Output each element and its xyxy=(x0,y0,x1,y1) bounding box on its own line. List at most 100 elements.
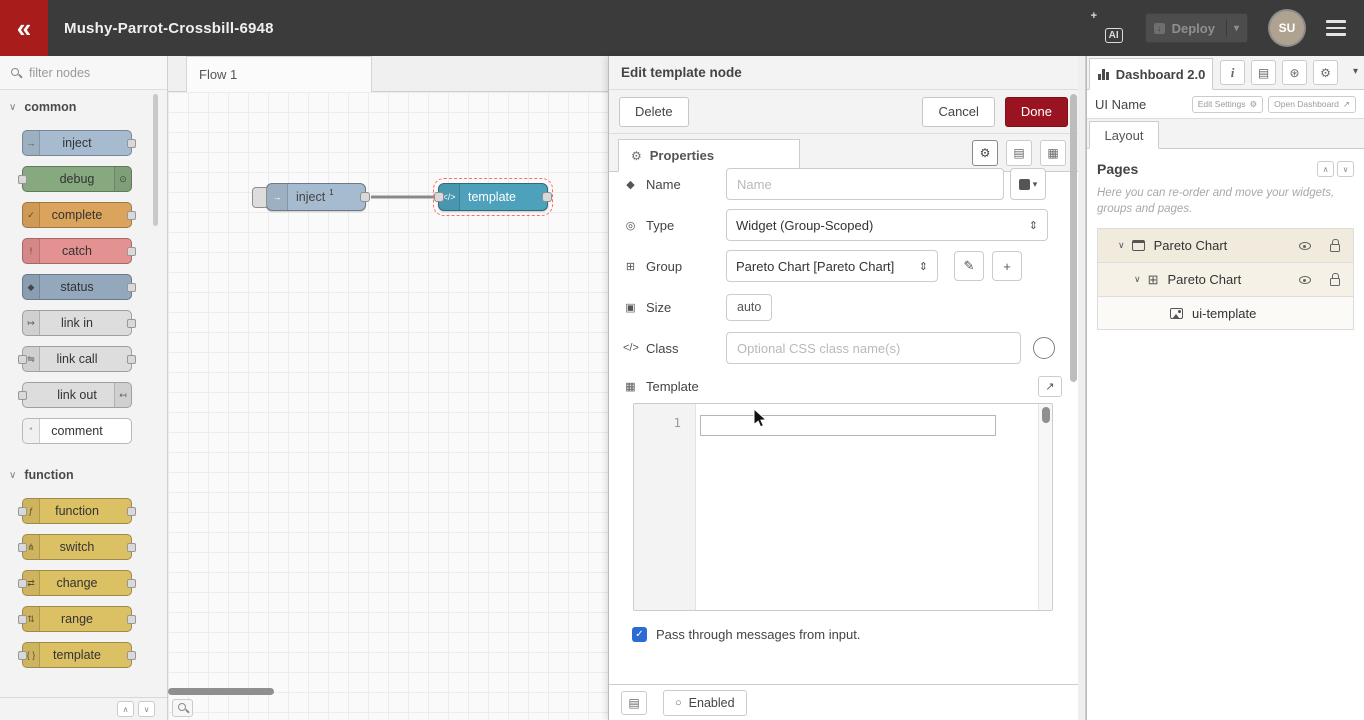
node-palette: ∨ common → inject ⊙ debug ✓ complete ! c… xyxy=(0,56,168,720)
flow-canvas[interactable]: → inject 1 </> template xyxy=(168,92,608,720)
palette-scrollbar[interactable] xyxy=(153,94,158,226)
help-sidebar-button[interactable]: ▤ xyxy=(1251,60,1276,85)
palette-footer: ∧ ∨ xyxy=(0,697,167,720)
lock-button[interactable] xyxy=(1325,271,1345,288)
tree-row-page[interactable]: ∨ Pareto Chart xyxy=(1098,229,1353,263)
palette-node-complete[interactable]: ✓ complete xyxy=(22,202,132,228)
info-sidebar-button[interactable]: i xyxy=(1220,60,1245,85)
palette-node-catch[interactable]: ! catch xyxy=(22,238,132,264)
input-port[interactable] xyxy=(434,192,444,202)
palette-node-link-in[interactable]: ↦ link in xyxy=(22,310,132,336)
layout-tree: ∨ Pareto Chart ∨ ⊞ Pareto Chart ui xyxy=(1097,228,1354,330)
tab-dashboard-2[interactable]: Dashboard 2.0 xyxy=(1089,58,1213,90)
edit-group-button[interactable]: ✎ xyxy=(954,251,984,281)
debug-icon: ⊙ xyxy=(119,174,127,185)
sidebar-more-caret-icon[interactable]: ▾ xyxy=(1353,66,1358,77)
appearance-view-button[interactable]: ▦ xyxy=(1040,140,1066,166)
class-label: Class xyxy=(646,341,679,356)
node-docs-button[interactable]: ▤ xyxy=(621,691,647,715)
palette-node-template[interactable]: { } template xyxy=(22,642,132,668)
expand-editor-button[interactable]: ↗ xyxy=(1038,376,1062,397)
ai-assistant-button[interactable]: + AI xyxy=(1091,13,1123,43)
description-view-button[interactable]: ▤ xyxy=(1006,140,1032,166)
edit-dialog-title: Edit template node xyxy=(609,56,1078,90)
palette-node-link-out[interactable]: ↤ link out xyxy=(22,382,132,408)
fx-button[interactable] xyxy=(1033,337,1055,359)
expand-icon: ↗ xyxy=(1045,380,1054,393)
canvas-search-button[interactable] xyxy=(172,699,193,717)
palette-section-common[interactable]: ∨ common xyxy=(0,94,167,120)
select-arrows-icon: ⇕ xyxy=(919,260,928,273)
node-red-logo-icon[interactable]: « xyxy=(0,0,48,56)
editor-active-line[interactable] xyxy=(700,415,996,436)
name-input[interactable] xyxy=(726,168,1004,200)
palette-node-function[interactable]: ƒ function xyxy=(22,498,132,524)
output-port[interactable] xyxy=(360,192,370,202)
collapse-pages-button[interactable]: ∧ xyxy=(1317,161,1334,177)
type-select[interactable]: Widget (Group-Scoped) ⇕ xyxy=(726,209,1048,241)
delete-button[interactable]: Delete xyxy=(619,97,689,127)
open-dashboard-button[interactable]: Open Dashboard ↗ xyxy=(1268,96,1356,113)
tree-row-group[interactable]: ∨ ⊞ Pareto Chart xyxy=(1098,263,1353,297)
edit-settings-button[interactable]: Edit Settings ⚙ xyxy=(1192,96,1263,113)
expand-pages-button[interactable]: ∨ xyxy=(1337,161,1354,177)
template-icon: { } xyxy=(27,650,36,660)
palette-search-input[interactable] xyxy=(29,66,149,80)
chevron-down-icon[interactable]: ∨ xyxy=(1118,240,1125,251)
palette-node-inject[interactable]: → inject xyxy=(22,130,132,156)
output-port[interactable] xyxy=(542,192,552,202)
chevron-down-icon[interactable]: ∨ xyxy=(1134,274,1141,285)
config-sidebar-button[interactable]: ⚙ xyxy=(1313,60,1338,85)
user-avatar[interactable]: SU xyxy=(1270,11,1304,45)
debug-sidebar-button[interactable]: ⊛ xyxy=(1282,60,1307,85)
enabled-toggle-button[interactable]: ○ Enabled xyxy=(663,690,747,716)
tab-layout[interactable]: Layout xyxy=(1089,121,1159,149)
palette-node-change[interactable]: ⇄ change xyxy=(22,570,132,596)
expand-all-button[interactable]: ∨ xyxy=(138,701,155,717)
inject-node[interactable]: → inject 1 xyxy=(266,183,366,211)
node-port xyxy=(127,579,136,588)
palette-node-status[interactable]: ◆ status xyxy=(22,274,132,300)
tree-row-widget[interactable]: ui-template xyxy=(1098,297,1353,329)
canvas-horizontal-scrollbar[interactable] xyxy=(168,688,274,695)
change-icon: ⇄ xyxy=(27,578,35,589)
cancel-button[interactable]: Cancel xyxy=(922,97,994,127)
switch-icon: ⋔ xyxy=(27,542,35,553)
palette-node-link-call[interactable]: ⇋ link call xyxy=(22,346,132,372)
dialog-scrollbar[interactable] xyxy=(1070,94,1077,382)
gear-icon: ⚙ xyxy=(1320,66,1331,80)
tab-flow-1[interactable]: Flow 1 xyxy=(186,56,372,92)
add-group-button[interactable]: + xyxy=(992,251,1022,281)
inject-icon: → xyxy=(273,192,282,202)
chevron-down-icon: ∨ xyxy=(9,470,16,481)
label-options-button[interactable]: ▾ xyxy=(1010,168,1046,200)
palette-node-range[interactable]: ⇅ range xyxy=(22,606,132,632)
main-menu-icon[interactable] xyxy=(1326,20,1346,36)
deploy-button[interactable]: ↓ Deploy ▾ xyxy=(1145,13,1248,43)
visibility-button[interactable] xyxy=(1295,271,1315,288)
group-select[interactable]: Pareto Chart [Pareto Chart] ⇕ xyxy=(726,250,938,282)
collapse-all-button[interactable]: ∧ xyxy=(117,701,134,717)
palette-node-comment[interactable]: “ comment xyxy=(22,418,132,444)
comment-icon: “ xyxy=(30,426,33,436)
link-out-icon: ↤ xyxy=(119,390,127,401)
template-code-editor[interactable]: 1 xyxy=(633,403,1053,611)
deploy-options-caret-icon[interactable]: ▾ xyxy=(1234,23,1239,34)
enabled-label: Enabled xyxy=(689,696,735,710)
visibility-button[interactable] xyxy=(1295,237,1315,254)
done-button[interactable]: Done xyxy=(1005,97,1068,127)
lock-button[interactable] xyxy=(1325,237,1345,254)
inject-trigger-button[interactable] xyxy=(252,187,267,208)
palette-node-switch[interactable]: ⋔ switch xyxy=(22,534,132,560)
passthrough-checkbox[interactable]: ✓ xyxy=(632,627,647,642)
properties-view-button[interactable]: ⚙ xyxy=(972,140,998,166)
palette-node-debug[interactable]: ⊙ debug xyxy=(22,166,132,192)
lock-icon xyxy=(1330,273,1341,286)
template-node-selected[interactable]: </> template xyxy=(438,183,548,211)
class-input[interactable] xyxy=(726,332,1021,364)
editor-scrollbar[interactable] xyxy=(1038,404,1052,610)
size-button[interactable]: auto xyxy=(726,294,772,321)
sidebar-splitter[interactable] xyxy=(1078,56,1086,720)
editor-gutter: 1 xyxy=(634,404,696,610)
palette-section-function[interactable]: ∨ function xyxy=(0,462,167,488)
